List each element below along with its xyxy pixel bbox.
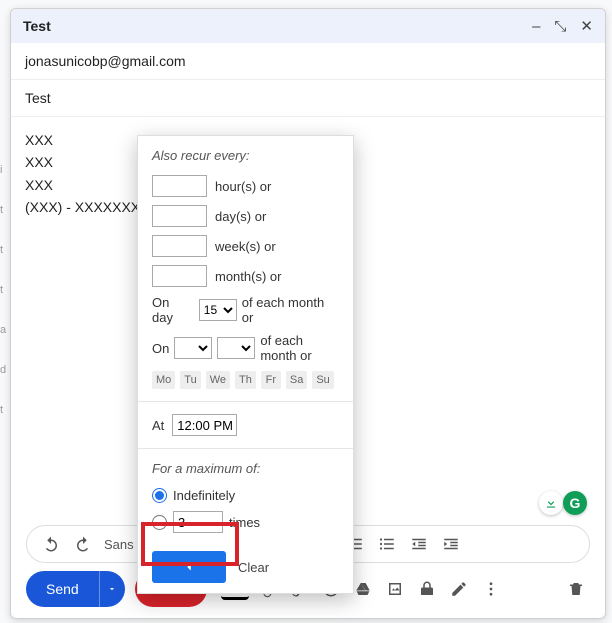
window-title: Test (23, 18, 532, 34)
redo-icon[interactable] (69, 530, 97, 558)
at-time-input[interactable] (172, 414, 237, 436)
at-label: At (152, 418, 164, 433)
on-day-label-pre: On day (152, 295, 194, 325)
weeks-label: week(s) or (215, 239, 276, 254)
confidential-icon[interactable] (413, 575, 441, 603)
hours-input[interactable] (152, 175, 207, 197)
panel-footer: Clear (138, 545, 353, 593)
pen-icon[interactable] (445, 575, 473, 603)
indent-decrease-icon[interactable] (405, 530, 433, 558)
day-fr[interactable]: Fr (261, 371, 281, 389)
times-radio[interactable] (152, 515, 167, 530)
recur-title: Also recur every: (152, 148, 339, 163)
weeks-input[interactable] (152, 235, 207, 257)
times-input[interactable] (173, 511, 223, 533)
months-input[interactable] (152, 265, 207, 287)
on-day-label-post: of each month or (242, 295, 339, 325)
day-mo[interactable]: Mo (152, 371, 175, 389)
scheduler-panel: Also recur every: hour(s) or day(s) or w… (137, 135, 354, 594)
indefinitely-radio[interactable] (152, 488, 167, 503)
on-ordinal-select[interactable] (174, 337, 212, 359)
days-input[interactable] (152, 205, 207, 227)
font-selector[interactable]: Sans (101, 537, 137, 552)
on-day-select[interactable]: 15 (199, 299, 237, 321)
extension-badges: G (539, 491, 587, 515)
on-weekday-label: On (152, 341, 169, 356)
indent-increase-icon[interactable] (437, 530, 465, 558)
bulleted-list-icon[interactable] (373, 530, 401, 558)
clear-button[interactable]: Clear (238, 560, 269, 575)
indefinitely-label: Indefinitely (173, 488, 235, 503)
on-weekday-select[interactable] (217, 337, 255, 359)
close-icon[interactable]: ✕ (580, 19, 593, 34)
subject-field[interactable]: Test (11, 80, 605, 117)
on-weekday-label-post: of each month or (260, 333, 339, 363)
undo-icon[interactable] (37, 530, 65, 558)
day-th[interactable]: Th (235, 371, 256, 389)
fullscreen-icon[interactable]: ⤡ (554, 19, 566, 34)
image-icon[interactable] (381, 575, 409, 603)
day-badges: Mo Tu We Th Fr Sa Su (152, 371, 339, 389)
chevron-left-icon (182, 560, 196, 574)
send-split-button: Send (26, 571, 125, 607)
to-field[interactable]: jonasunicobp@gmail.com (11, 43, 605, 80)
day-tu[interactable]: Tu (180, 371, 200, 389)
times-label: times (229, 515, 260, 530)
times-row[interactable]: times (152, 511, 339, 533)
back-button[interactable] (152, 551, 226, 583)
hours-label: hour(s) or (215, 179, 271, 194)
day-sa[interactable]: Sa (286, 371, 307, 389)
download-badge-icon[interactable] (539, 491, 563, 515)
send-button[interactable]: Send (26, 571, 99, 607)
day-we[interactable]: We (206, 371, 230, 389)
max-title: For a maximum of: (152, 461, 339, 476)
grammarly-badge-icon[interactable]: G (563, 491, 587, 515)
title-bar: Test – ⤡ ✕ (11, 9, 605, 43)
day-su[interactable]: Su (312, 371, 333, 389)
months-label: month(s) or (215, 269, 281, 284)
more-icon[interactable] (477, 575, 505, 603)
send-options-dropdown[interactable] (99, 571, 125, 607)
minimize-icon[interactable]: – (532, 19, 540, 34)
days-label: day(s) or (215, 209, 266, 224)
window-controls: – ⤡ ✕ (532, 19, 593, 34)
indefinitely-row[interactable]: Indefinitely (152, 488, 339, 503)
trash-icon[interactable] (562, 575, 590, 603)
